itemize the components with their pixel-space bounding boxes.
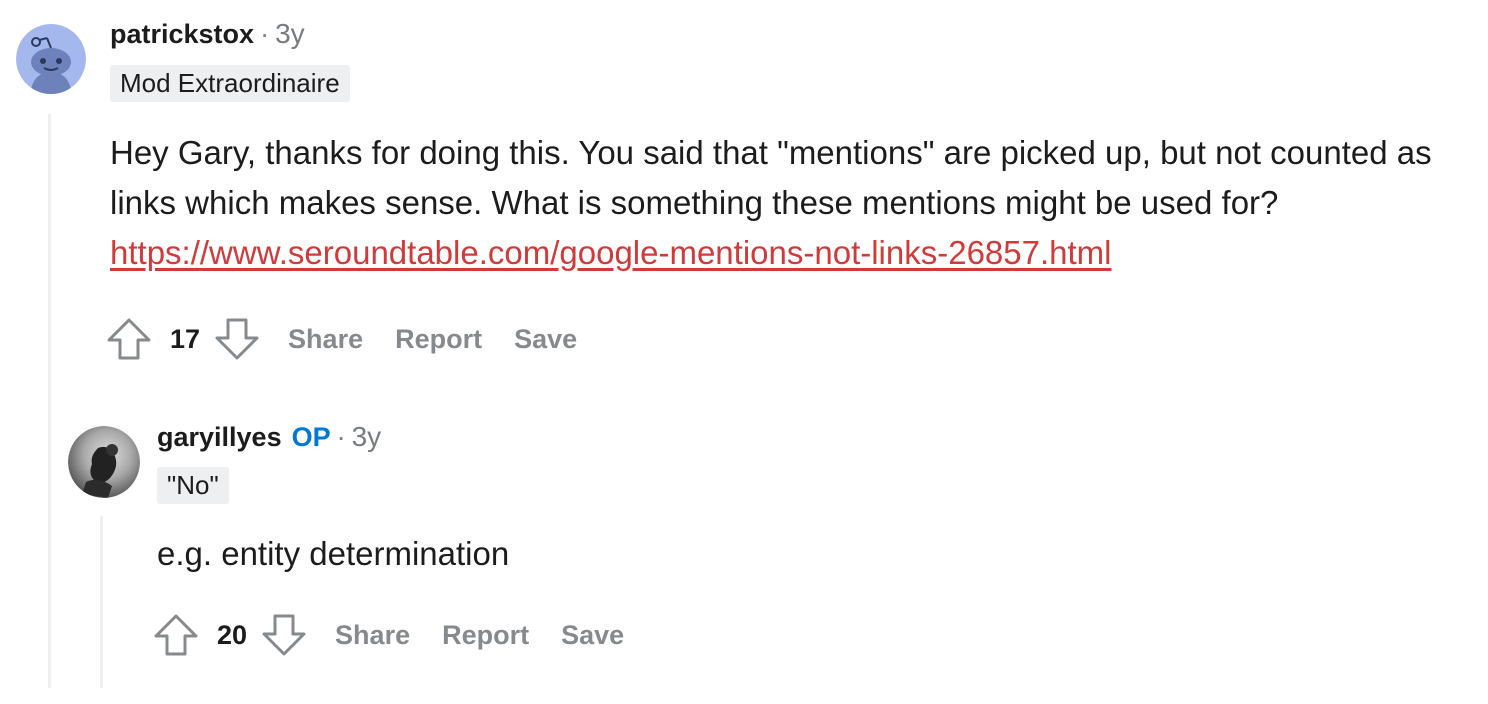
- separator-dot: ·: [336, 422, 346, 452]
- user-avatar[interactable]: [68, 426, 140, 498]
- comment-header: patrickstox · 3y: [110, 16, 305, 52]
- user-flair: Mod Extraordinaire: [110, 65, 350, 102]
- upvote-arrow-icon[interactable]: [106, 316, 152, 362]
- user-avatar[interactable]: [16, 24, 86, 94]
- save-button[interactable]: Save: [514, 324, 577, 355]
- downvote-arrow-icon[interactable]: [214, 316, 260, 362]
- upvote-arrow-icon[interactable]: [153, 612, 199, 658]
- user-photo-avatar-icon: [68, 426, 140, 498]
- thread-line[interactable]: [100, 516, 103, 688]
- comment-text: e.g. entity determination: [157, 535, 510, 572]
- op-badge: OP: [291, 422, 331, 452]
- comment-header: garyillyes OP · 3y: [157, 419, 381, 455]
- share-button[interactable]: Share: [288, 324, 363, 355]
- report-button[interactable]: Report: [442, 620, 529, 651]
- user-flair: "No": [157, 467, 229, 504]
- separator-dot: ·: [260, 19, 270, 49]
- report-button[interactable]: Report: [395, 324, 482, 355]
- comment-age[interactable]: 3y: [275, 18, 305, 49]
- comment-body: e.g. entity determination: [157, 529, 1457, 579]
- thread-line[interactable]: [48, 114, 51, 688]
- vote-score: 20: [217, 619, 248, 650]
- downvote-arrow-icon[interactable]: [261, 612, 307, 658]
- share-button[interactable]: Share: [335, 620, 410, 651]
- comment-actions: 20 Share Report Save: [153, 610, 624, 660]
- comment-link[interactable]: https://www.seroundtable.com/google-ment…: [110, 234, 1112, 271]
- username[interactable]: garyillyes: [157, 422, 282, 452]
- comment-age[interactable]: 3y: [352, 421, 382, 452]
- vote-score: 17: [170, 323, 201, 354]
- comment-actions: 17 Share Report Save: [106, 314, 577, 364]
- comment-body: Hey Gary, thanks for doing this. You sai…: [110, 128, 1480, 278]
- reddit-snoo-avatar-icon: [16, 24, 86, 94]
- comment-text: Hey Gary, thanks for doing this. You sai…: [110, 134, 1432, 221]
- save-button[interactable]: Save: [561, 620, 624, 651]
- username[interactable]: patrickstox: [110, 19, 254, 49]
